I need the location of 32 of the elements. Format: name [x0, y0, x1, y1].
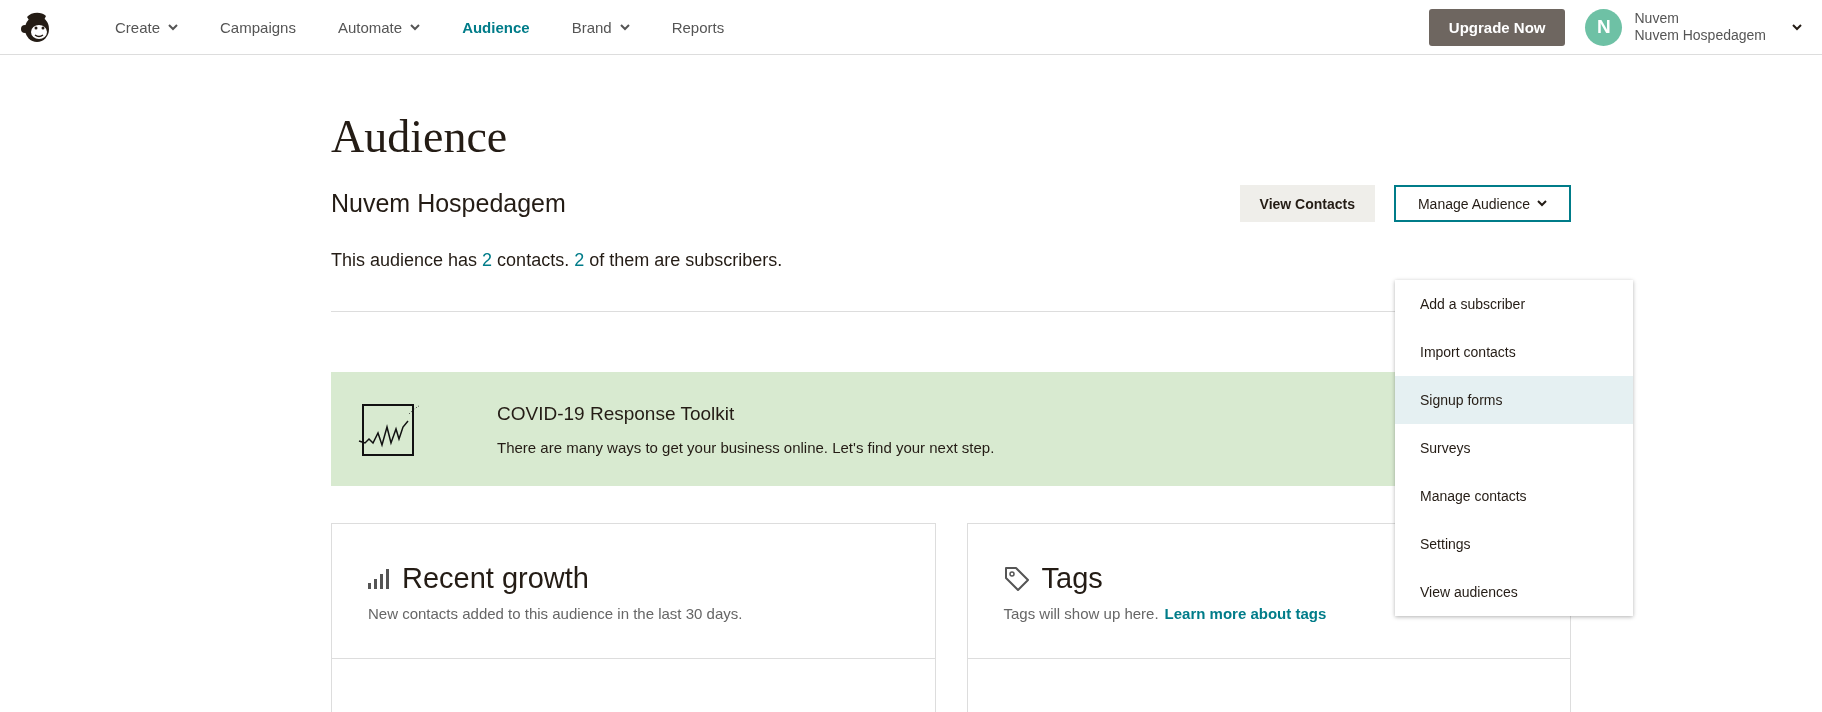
bar-chart-icon [368, 568, 390, 589]
menu-item[interactable]: Settings [1395, 520, 1633, 568]
menu-item[interactable]: Add a subscriber [1395, 280, 1633, 328]
card-description: New contacts added to this audience in the last 30 days. [368, 605, 743, 622]
menu-item[interactable]: View audiences [1395, 568, 1633, 616]
nav-item[interactable]: Audience [462, 14, 530, 40]
card-title: Tags [1041, 562, 1103, 595]
nav-item[interactable]: Brand [571, 14, 630, 40]
nav-item[interactable]: Reports [671, 14, 725, 40]
menu-item[interactable]: Signup forms [1395, 376, 1633, 424]
account-organization: Nuvem Hospedagem [1634, 27, 1766, 44]
upgrade-button[interactable]: Upgrade Now [1428, 8, 1566, 46]
caret-icon [1792, 23, 1802, 31]
menu-item[interactable]: Manage contacts [1395, 472, 1633, 520]
nav-item[interactable]: Automate [337, 14, 421, 40]
card-title: Recent growth [402, 562, 589, 595]
nav-item[interactable]: Campaigns [220, 14, 296, 40]
tag-icon [1003, 565, 1030, 592]
banner-text: There are many ways to get your business online. Let's find your next step. [497, 438, 995, 456]
caret-icon [1537, 200, 1548, 207]
menu-item[interactable]: Import contacts [1395, 328, 1633, 376]
view-contacts-button[interactable]: View Contacts [1239, 185, 1375, 222]
page-title: Audience [331, 111, 509, 163]
manage-audience-button[interactable]: Manage Audience [1394, 185, 1571, 222]
learn-more-link[interactable]: Learn more about tags [1164, 605, 1327, 622]
menu-item[interactable]: Surveys [1395, 424, 1633, 472]
card-description: Tags will show up here. [1003, 605, 1159, 622]
audience-name: Nuvem Hospedagem [331, 189, 567, 218]
account-name: Nuvem [1634, 10, 1680, 27]
banner-title: COVID-19 Response Toolkit [497, 402, 736, 425]
audience-summary: This audience has 2 contacts. 2 of them are subscribers. [331, 250, 784, 271]
nav-item[interactable]: Create [115, 14, 179, 40]
